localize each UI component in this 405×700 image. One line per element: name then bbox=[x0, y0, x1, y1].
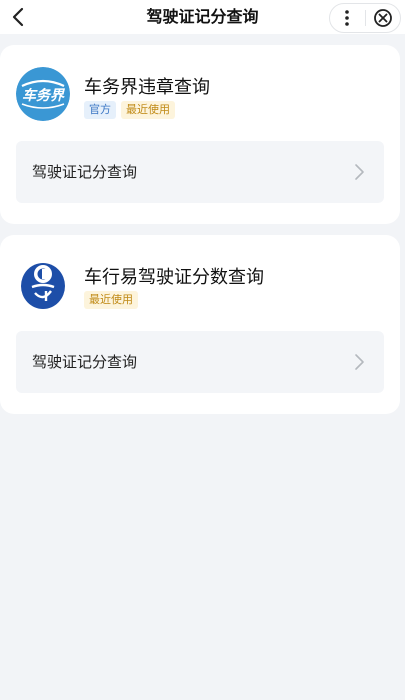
result-card-chexingyi: 车行易驾驶证分数查询 最近使用 驾驶证记分查询 bbox=[0, 235, 400, 414]
close-circle-icon bbox=[373, 9, 392, 27]
chevron-right-icon bbox=[355, 164, 364, 180]
service-row-license-points[interactable]: 驾驶证记分查询 bbox=[16, 141, 384, 203]
top-bar: 驾驶证记分查询 bbox=[0, 0, 405, 34]
result-card-chewujie: 车务界 车务界违章查询 官方 最近使用 驾驶证记分查询 bbox=[0, 45, 400, 224]
close-button[interactable] bbox=[366, 4, 401, 32]
official-tag: 官方 bbox=[84, 101, 116, 119]
tag-group: 最近使用 bbox=[84, 291, 138, 309]
chevron-right-icon bbox=[355, 354, 364, 370]
chexingyi-logo-image bbox=[16, 257, 70, 311]
service-label: 驾驶证记分查询 bbox=[32, 353, 138, 371]
app-name[interactable]: 车行易驾驶证分数查询 bbox=[84, 263, 264, 289]
chewujie-logo[interactable]: 车务界 bbox=[16, 67, 70, 121]
recent-tag: 最近使用 bbox=[121, 101, 175, 119]
chewujie-logo-image: 车务界 bbox=[16, 67, 70, 121]
more-button[interactable] bbox=[330, 4, 365, 32]
recent-tag: 最近使用 bbox=[84, 291, 138, 309]
chexingyi-logo[interactable] bbox=[16, 257, 70, 311]
app-name[interactable]: 车务界违章查询 bbox=[84, 73, 210, 99]
tag-group: 官方 最近使用 bbox=[84, 101, 175, 119]
service-label: 驾驶证记分查询 bbox=[32, 163, 138, 181]
more-vertical-icon bbox=[345, 10, 350, 26]
service-row-license-points[interactable]: 驾驶证记分查询 bbox=[16, 331, 384, 393]
logo-text: 车务界 bbox=[22, 87, 66, 104]
mini-program-capsule bbox=[329, 3, 401, 33]
